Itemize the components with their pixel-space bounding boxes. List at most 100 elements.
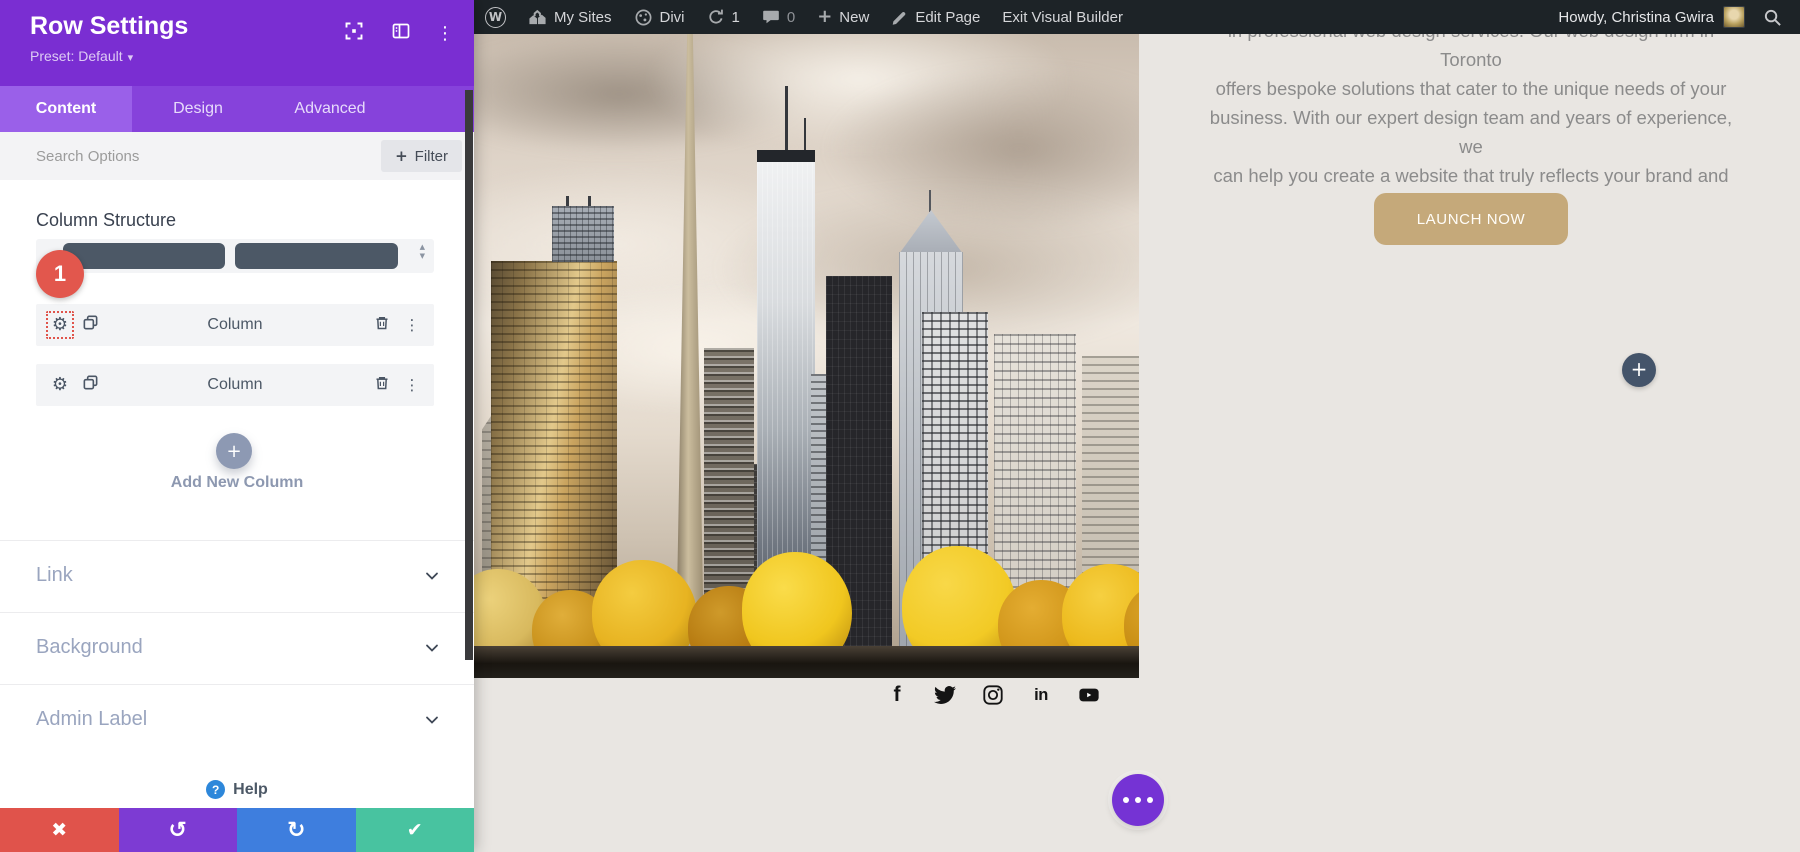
column-row-2: ⚙ Column ⋮: [36, 364, 434, 406]
dot: [1123, 797, 1129, 803]
exit-visual-builder-label: Exit Visual Builder: [1002, 9, 1123, 26]
facebook-icon[interactable]: f: [886, 684, 908, 706]
snap-panel-button[interactable]: [390, 22, 412, 44]
avatar: [1723, 6, 1745, 28]
delete-column-button[interactable]: [368, 311, 396, 339]
comments-count: 0: [787, 9, 795, 26]
section-label: Admin Label: [36, 708, 147, 731]
help-link[interactable]: ? Help: [0, 780, 474, 799]
close-icon: ✖: [51, 819, 67, 841]
discard-button[interactable]: ✖: [0, 808, 119, 852]
tab-content[interactable]: Content: [0, 86, 132, 132]
question-icon: ?: [206, 780, 225, 799]
my-sites-icon: [528, 8, 547, 27]
add-new-column-button[interactable]: +: [216, 433, 252, 469]
dot: [1147, 797, 1153, 803]
chevron-down-icon: [424, 712, 440, 733]
column-row-1: ⚙ Column ⋮: [36, 304, 434, 346]
comments-button[interactable]: 0: [751, 0, 806, 34]
updates-button[interactable]: 1: [696, 0, 751, 34]
my-sites-button[interactable]: My Sites: [517, 0, 623, 34]
admin-search-button[interactable]: [1755, 0, 1790, 34]
column-structure-selector[interactable]: ▲ ▼: [36, 239, 434, 273]
plus-icon: +: [817, 8, 832, 26]
column-settings-button[interactable]: ⚙: [46, 311, 74, 339]
my-sites-label: My Sites: [554, 9, 612, 26]
redo-icon: ↻: [287, 818, 305, 843]
column-structure-pill: [235, 243, 398, 269]
duplicate-column-button[interactable]: [76, 311, 104, 339]
search-icon: [1763, 8, 1782, 27]
column-structure-pill: [63, 243, 225, 269]
trash-icon: [374, 315, 390, 336]
section-label: Link: [36, 564, 73, 587]
panel-tabs: Content Design Advanced: [0, 86, 474, 132]
hero-image[interactable]: [474, 34, 1139, 678]
account-menu-button[interactable]: Howdy, Christina Gwira: [1548, 0, 1755, 34]
gear-icon: ⚙: [52, 376, 68, 394]
updates-count: 1: [732, 9, 740, 26]
row-settings-panel: Row Settings Preset: Default▾ ⋮ Content …: [0, 0, 474, 852]
search-options-bar: + Filter: [0, 132, 474, 180]
add-new-column-label[interactable]: Add New Column: [0, 474, 474, 492]
dot: [1135, 797, 1141, 803]
filter-label: Filter: [415, 148, 448, 165]
undo-button[interactable]: ↺: [119, 808, 238, 852]
linkedin-icon[interactable]: in: [1030, 684, 1052, 706]
edit-page-label: Edit Page: [915, 9, 980, 26]
page-settings-button[interactable]: [1112, 774, 1164, 826]
panel-scrollbar[interactable]: [465, 90, 473, 660]
social-icons-row: f in: [886, 684, 1100, 706]
column-options-button[interactable]: ⋮: [398, 311, 426, 339]
save-button[interactable]: ✔: [356, 808, 475, 852]
search-options-input[interactable]: [36, 148, 276, 165]
help-label: Help: [233, 781, 268, 799]
duplicate-icon: [82, 314, 99, 336]
delete-column-button[interactable]: [368, 371, 396, 399]
panel-header: Row Settings Preset: Default▾ ⋮: [0, 0, 474, 86]
layout-columns-icon: [391, 21, 411, 46]
expand-modal-button[interactable]: [343, 22, 365, 44]
new-label: New: [839, 9, 869, 26]
stepper-down-icon: ▼: [420, 253, 425, 260]
column-options-button[interactable]: ⋮: [398, 371, 426, 399]
page-canvas: in professional web design services. Our…: [474, 0, 1800, 852]
panel-footer: ✖ ↺ ↻ ✔: [0, 808, 474, 852]
instagram-icon[interactable]: [982, 684, 1004, 706]
caret-down-icon: ▾: [128, 51, 134, 64]
section-label: Background: [36, 636, 143, 659]
trash-icon: [374, 375, 390, 396]
divi-menu-button[interactable]: Divi: [623, 0, 696, 34]
gear-icon: ⚙: [52, 316, 68, 334]
admin-bar-right: Howdy, Christina Gwira: [1548, 0, 1800, 34]
paragraph-line: offers bespoke solutions that cater to t…: [1200, 74, 1742, 103]
section-background[interactable]: Background: [0, 612, 474, 684]
redo-button[interactable]: ↻: [237, 808, 356, 852]
structure-stepper[interactable]: ▲ ▼: [420, 244, 425, 260]
city-ground: [474, 646, 1139, 678]
column-settings-button[interactable]: ⚙: [46, 371, 74, 399]
divi-icon: [634, 8, 653, 27]
section-link[interactable]: Link: [0, 540, 474, 612]
twitter-icon[interactable]: [934, 684, 956, 706]
launch-now-button[interactable]: LAUNCH NOW: [1374, 193, 1568, 245]
tab-advanced[interactable]: Advanced: [264, 86, 396, 132]
tab-design[interactable]: Design: [132, 86, 264, 132]
panel-title: Row Settings: [30, 12, 188, 41]
youtube-icon[interactable]: [1078, 684, 1100, 706]
duplicate-column-button[interactable]: [76, 371, 104, 399]
expand-icon: [344, 21, 364, 46]
plus-icon: +: [395, 147, 408, 165]
edit-page-button[interactable]: Edit Page: [880, 0, 991, 34]
preset-selector[interactable]: Preset: Default▾: [30, 48, 133, 64]
add-module-button[interactable]: +: [1622, 353, 1656, 387]
exit-visual-builder-button[interactable]: Exit Visual Builder: [991, 0, 1134, 34]
wordpress-icon: W: [485, 7, 506, 28]
wordpress-logo-button[interactable]: W: [474, 0, 517, 34]
panel-options-button[interactable]: ⋮: [434, 22, 456, 44]
filter-button[interactable]: + Filter: [381, 140, 462, 172]
chevron-down-icon: [424, 640, 440, 661]
section-admin-label[interactable]: Admin Label: [0, 684, 474, 756]
new-content-button[interactable]: + New: [806, 0, 880, 34]
howdy-label: Howdy, Christina Gwira: [1558, 9, 1714, 26]
